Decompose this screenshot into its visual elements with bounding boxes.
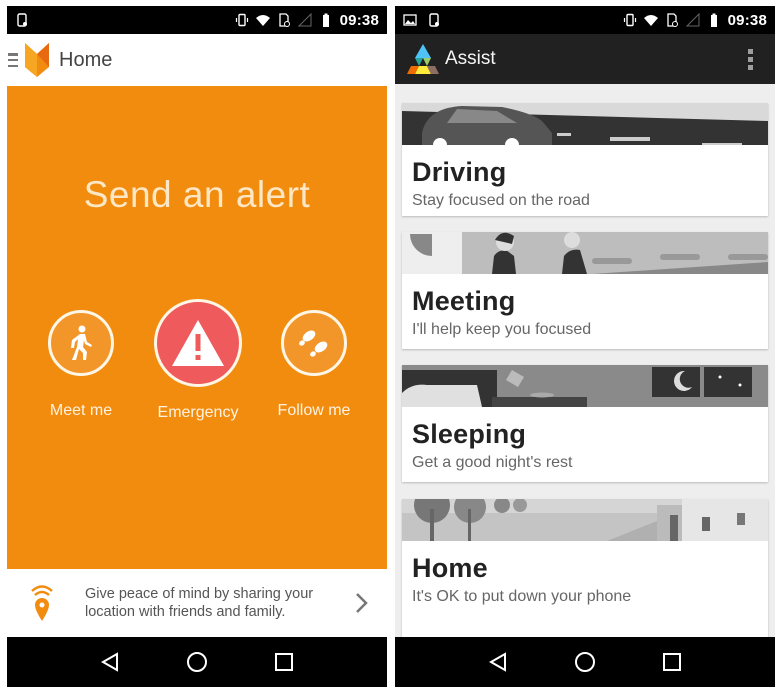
recents-square-icon (274, 653, 293, 671)
back-button[interactable] (98, 650, 122, 674)
wifi-icon (255, 15, 270, 26)
follow-me-label: Follow me (277, 402, 351, 419)
navigation-bar (395, 637, 775, 687)
mode-card-driving[interactable]: Driving Stay focused on the road (402, 103, 768, 216)
alert-panel: Send an alert Meet me Emergency Follow m… (7, 86, 387, 569)
home-button[interactable] (573, 650, 597, 674)
overflow-menu-icon[interactable] (748, 48, 753, 70)
home-circle-icon (186, 652, 207, 672)
warning-triangle-icon (172, 320, 224, 366)
card-title: Driving (412, 157, 507, 187)
image-notification-icon (403, 14, 417, 26)
sleeping-illustration (402, 365, 768, 407)
app-bar: Assist (395, 34, 775, 84)
emergency-circle (154, 299, 242, 387)
card-subtitle: It's OK to put down your phone (412, 588, 632, 605)
app-title: Assist (445, 48, 496, 69)
app-bar: Home (7, 34, 387, 86)
app-logo-icon (25, 43, 49, 77)
app-title: Home (59, 48, 113, 71)
status-bar: 09:38 (395, 6, 775, 34)
status-bar: 09:38 (7, 6, 387, 34)
mode-card-meeting[interactable]: Meeting I'll help keep you focused (402, 232, 768, 349)
meet-me-button[interactable]: Meet me (26, 299, 136, 420)
home-button[interactable] (185, 650, 209, 674)
home-illustration (402, 499, 768, 541)
left-phone-screen: 09:38 Home Send an alert Meet me Emergen… (7, 6, 387, 687)
meeting-illustration (402, 232, 768, 274)
chevron-right-icon (356, 593, 368, 613)
meet-me-circle (48, 310, 114, 376)
back-icon (489, 652, 507, 672)
back-icon (101, 652, 119, 672)
sim-card-icon (278, 13, 290, 27)
wifi-icon (643, 15, 658, 26)
battery-icon (322, 13, 329, 27)
driving-illustration (402, 103, 768, 145)
card-title: Home (412, 553, 488, 583)
vibrate-icon (623, 13, 636, 27)
footprints-icon (299, 330, 328, 357)
navigation-bar (7, 637, 387, 687)
back-button[interactable] (486, 650, 510, 674)
assist-logo-icon (407, 44, 439, 74)
battery-icon (710, 13, 717, 27)
card-subtitle: I'll help keep you focused (412, 321, 592, 338)
recents-button[interactable] (660, 650, 684, 674)
mode-card-home[interactable]: Home It's OK to put down your phone (402, 499, 768, 639)
clock: 09:38 (339, 11, 379, 29)
share-prompt-text: Give peace of mind by sharing your locat… (85, 586, 314, 620)
meet-me-label: Meet me (49, 402, 113, 419)
phone-device-icon (429, 13, 439, 27)
vibrate-icon (235, 13, 248, 27)
emergency-label: Emergency (157, 404, 239, 421)
emergency-button[interactable]: Emergency (143, 299, 253, 422)
menu-icon[interactable] (8, 53, 18, 67)
recents-square-icon (662, 653, 681, 671)
phone-device-icon (17, 13, 27, 27)
signal-icon (685, 13, 700, 27)
sim-card-icon (666, 13, 678, 27)
walking-person-icon (71, 325, 92, 360)
follow-me-circle (281, 310, 347, 376)
location-broadcast-icon (31, 585, 53, 621)
signal-icon (297, 13, 312, 27)
mode-card-sleeping[interactable]: Sleeping Get a good night's rest (402, 365, 768, 482)
share-location-row[interactable]: Give peace of mind by sharing your locat… (7, 569, 387, 637)
home-circle-icon (574, 652, 595, 672)
right-phone-screen: 09:38 Assist Driving Stay focused on the… (395, 6, 775, 687)
clock: 09:38 (727, 11, 767, 29)
card-title: Meeting (412, 286, 516, 316)
alert-heading: Send an alert (83, 174, 311, 215)
follow-me-button[interactable]: Follow me (259, 299, 369, 420)
card-subtitle: Get a good night's rest (412, 454, 573, 471)
card-subtitle: Stay focused on the road (412, 192, 590, 209)
recents-button[interactable] (272, 650, 296, 674)
card-title: Sleeping (412, 419, 527, 449)
